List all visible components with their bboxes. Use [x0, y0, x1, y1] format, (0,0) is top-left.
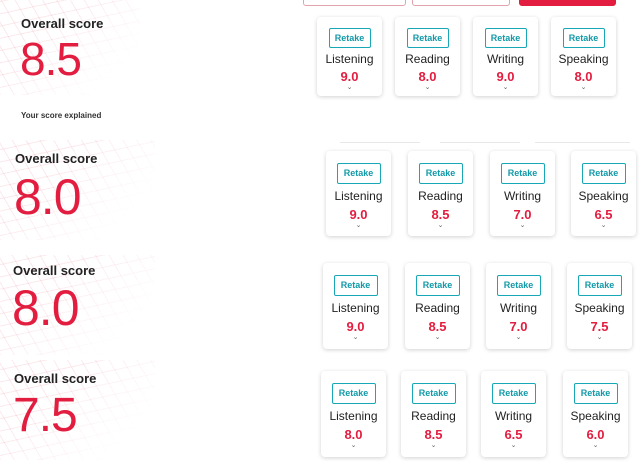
skill-name: Speaking: [558, 52, 609, 66]
skill-name: Speaking: [570, 409, 621, 423]
top-button-2[interactable]: [412, 0, 510, 6]
chevron-down-icon[interactable]: ⌄: [323, 334, 388, 341]
overall-score-label: Overall score: [15, 151, 98, 166]
skill-name: Speaking: [574, 301, 625, 315]
retake-button[interactable]: Retake: [573, 383, 618, 404]
skill-card-writing: Retake Writing 7.0 ⌄: [490, 151, 555, 236]
overall-score-value: 7.5: [13, 389, 78, 442]
skill-name: Listening: [331, 301, 380, 315]
skill-card-reading: Retake Reading 8.0 ⌄: [395, 17, 460, 96]
retake-button[interactable]: Retake: [484, 28, 527, 48]
skill-band: 8.0: [574, 69, 593, 84]
divider: [340, 142, 420, 143]
skill-card-listening: Retake Listening 9.0 ⌄: [323, 263, 388, 349]
skill-card-listening: Retake Listening 8.0 ⌄: [321, 371, 386, 457]
skill-name: Listening: [334, 189, 383, 203]
skill-name: Reading: [415, 301, 460, 315]
skill-card-listening: Retake Listening 9.0 ⌄: [326, 151, 391, 236]
top-button-3[interactable]: [519, 0, 616, 6]
chevron-down-icon[interactable]: ⌄: [408, 222, 473, 229]
chevron-down-icon[interactable]: ⌄: [486, 334, 551, 341]
skill-band: 9.0: [496, 69, 515, 84]
retake-button[interactable]: Retake: [562, 28, 605, 48]
retake-button[interactable]: Retake: [411, 383, 456, 404]
skill-band: 9.0: [349, 207, 368, 222]
retake-button[interactable]: Retake: [496, 275, 541, 296]
overall-score-label: Overall score: [21, 16, 104, 31]
skill-card-speaking: Retake Speaking 6.0 ⌄: [563, 371, 628, 457]
skill-name: Reading: [411, 409, 456, 423]
skill-band: 7.0: [509, 319, 528, 334]
chevron-down-icon[interactable]: ⌄: [551, 84, 616, 91]
chevron-down-icon[interactable]: ⌄: [571, 222, 636, 229]
skill-card-speaking: Retake Speaking 8.0 ⌄: [551, 17, 616, 96]
chevron-down-icon[interactable]: ⌄: [395, 84, 460, 91]
skill-name: Reading: [418, 189, 463, 203]
retake-button[interactable]: Retake: [415, 275, 460, 296]
skill-band: 9.0: [346, 319, 365, 334]
skill-band: 8.0: [344, 427, 363, 442]
skill-card-writing: Retake Writing 9.0 ⌄: [473, 17, 538, 96]
skill-name: Listening: [329, 409, 378, 423]
skill-card-reading: Retake Reading 8.5 ⌄: [408, 151, 473, 236]
skill-name: Writing: [503, 189, 542, 203]
chevron-down-icon[interactable]: ⌄: [317, 84, 382, 91]
skill-name: Writing: [486, 52, 525, 66]
score-explained-link[interactable]: Your score explained: [21, 111, 101, 120]
retake-button[interactable]: Retake: [328, 28, 371, 48]
chevron-down-icon[interactable]: ⌄: [321, 442, 386, 449]
skill-band: 8.5: [431, 207, 450, 222]
chevron-down-icon[interactable]: ⌄: [326, 222, 391, 229]
overall-score-label: Overall score: [13, 263, 96, 278]
skill-name: Speaking: [578, 189, 629, 203]
chevron-down-icon[interactable]: ⌄: [481, 442, 546, 449]
chevron-down-icon[interactable]: ⌄: [563, 442, 628, 449]
top-button-1[interactable]: [303, 0, 406, 6]
skill-band: 8.5: [424, 427, 443, 442]
skill-name: Listening: [325, 52, 374, 66]
divider: [535, 142, 630, 143]
skill-band: 7.0: [513, 207, 532, 222]
chevron-down-icon[interactable]: ⌄: [401, 442, 466, 449]
retake-button[interactable]: Retake: [577, 275, 622, 296]
skill-name: Writing: [499, 301, 538, 315]
skill-band: 6.5: [504, 427, 523, 442]
skill-name: Reading: [405, 52, 450, 66]
retake-button[interactable]: Retake: [333, 275, 378, 296]
chevron-down-icon[interactable]: ⌄: [473, 84, 538, 91]
retake-button[interactable]: Retake: [418, 163, 463, 184]
skill-card-reading: Retake Reading 8.5 ⌄: [401, 371, 466, 457]
skill-name: Writing: [494, 409, 533, 423]
skill-band: 7.5: [590, 319, 609, 334]
retake-button[interactable]: Retake: [331, 383, 376, 404]
skill-band: 6.5: [594, 207, 613, 222]
overall-score-label: Overall score: [14, 371, 97, 386]
chevron-down-icon[interactable]: ⌄: [567, 334, 632, 341]
skill-band: 8.5: [428, 319, 447, 334]
skill-band: 6.0: [586, 427, 605, 442]
skill-band: 8.0: [418, 69, 437, 84]
chevron-down-icon[interactable]: ⌄: [490, 222, 555, 229]
skill-card-reading: Retake Reading 8.5 ⌄: [405, 263, 470, 349]
retake-button[interactable]: Retake: [336, 163, 381, 184]
chevron-down-icon[interactable]: ⌄: [405, 334, 470, 341]
retake-button[interactable]: Retake: [581, 163, 626, 184]
skill-card-writing: Retake Writing 6.5 ⌄: [481, 371, 546, 457]
skill-card-writing: Retake Writing 7.0 ⌄: [486, 263, 551, 349]
retake-button[interactable]: Retake: [491, 383, 536, 404]
skill-card-listening: Retake Listening 9.0 ⌄: [317, 17, 382, 96]
overall-score-value: 8.0: [12, 280, 80, 336]
overall-score-value: 8.0: [14, 169, 82, 225]
skill-card-speaking: Retake Speaking 7.5 ⌄: [567, 263, 632, 349]
overall-score-value: 8.5: [20, 33, 82, 85]
retake-button[interactable]: Retake: [500, 163, 545, 184]
divider: [440, 142, 520, 143]
skill-card-speaking: Retake Speaking 6.5 ⌄: [571, 151, 636, 236]
skill-band: 9.0: [340, 69, 359, 84]
retake-button[interactable]: Retake: [406, 28, 449, 48]
